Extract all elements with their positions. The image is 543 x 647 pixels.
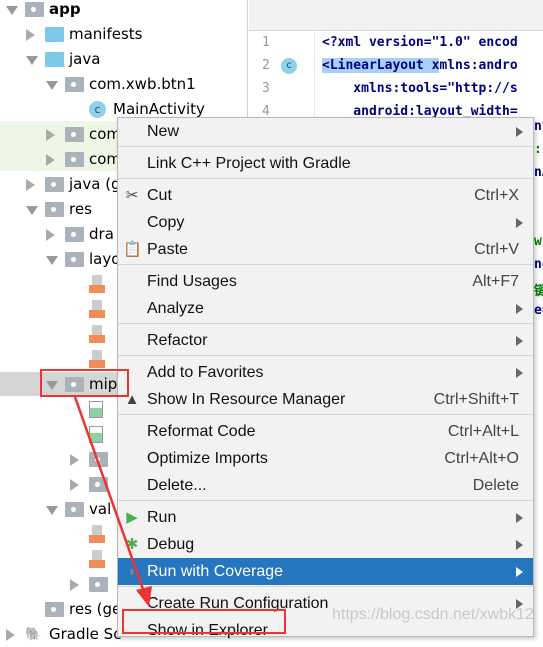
watermark: https://blog.csdn.net/xwbk12	[332, 606, 534, 623]
annotation-arrow	[73, 396, 152, 607]
